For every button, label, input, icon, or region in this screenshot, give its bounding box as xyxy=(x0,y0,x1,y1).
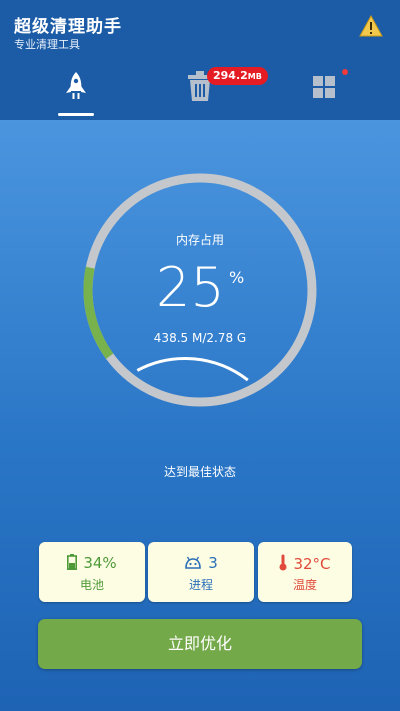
temperature-label: 温度 xyxy=(292,578,317,592)
tab-boost[interactable] xyxy=(46,62,106,114)
battery-value: 34% xyxy=(83,554,117,572)
top-bar: 超级清理助手 专业清理工具 294.2MB xyxy=(0,0,400,120)
app-title: 超级清理助手 xyxy=(14,17,122,37)
process-label: 进程 xyxy=(188,578,213,592)
optimize-button[interactable]: 立即优化 xyxy=(38,619,362,669)
app-subtitle: 专业清理工具 xyxy=(14,38,80,51)
process-card[interactable]: 3 进程 xyxy=(148,542,254,602)
memory-percent-sign: % xyxy=(229,268,245,287)
rocket-icon xyxy=(66,72,86,99)
memory-label: 内存占用 xyxy=(175,233,224,247)
active-tab-indicator xyxy=(58,113,94,116)
battery-label: 电池 xyxy=(79,578,104,592)
battery-card[interactable]: 34% 电池 xyxy=(39,542,145,602)
warning-icon[interactable] xyxy=(359,15,383,37)
thermometer-icon xyxy=(279,554,287,571)
gauge-inner-arc xyxy=(136,357,249,382)
junk-size-value: 294.2 xyxy=(213,69,248,82)
status-text: 达到最佳状态 xyxy=(163,465,236,479)
memory-percent: 25 xyxy=(156,256,225,319)
android-icon xyxy=(185,556,202,569)
junk-size-unit: MB xyxy=(247,72,262,81)
process-value: 3 xyxy=(208,554,218,572)
notification-dot xyxy=(342,69,348,75)
junk-size-badge: 294.2MB xyxy=(207,67,268,85)
battery-icon xyxy=(67,554,78,570)
memory-detail: 438.5 M/2.78 G xyxy=(153,331,247,345)
temperature-value: 32°C xyxy=(293,555,331,573)
temperature-card[interactable]: 32°C 温度 xyxy=(258,542,352,602)
